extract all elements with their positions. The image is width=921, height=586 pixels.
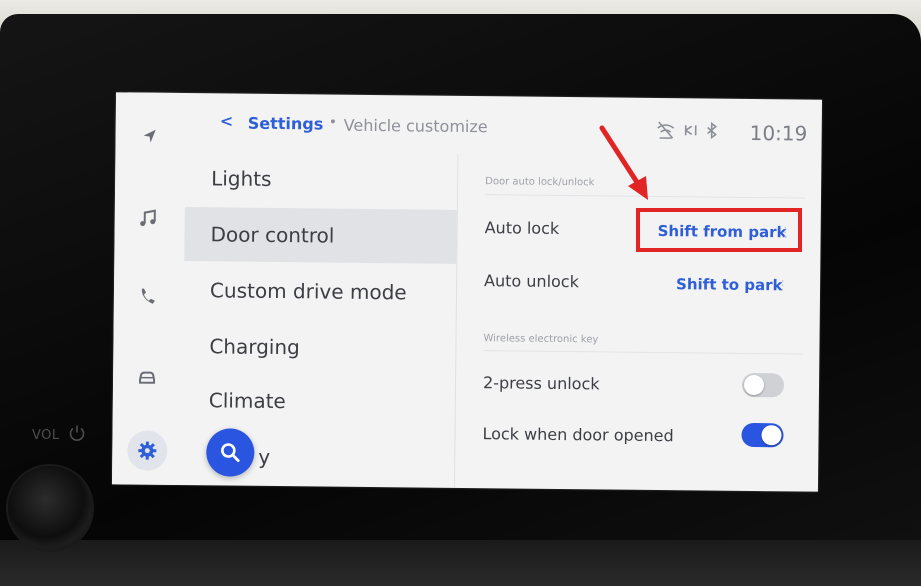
section-divider (483, 350, 804, 355)
phone-icon[interactable] (136, 285, 160, 309)
section-title-wireless-key: Wireless electronic key (483, 333, 599, 346)
auto-lock-label: Auto lock (484, 218, 560, 238)
volume-knob[interactable] (8, 466, 92, 550)
app-rail (111, 92, 187, 486)
wifi-direct-icon (684, 125, 697, 136)
toggle-thumb (743, 374, 765, 396)
menu-item-lights[interactable]: Lights (185, 151, 458, 208)
music-icon[interactable] (137, 207, 161, 231)
search-button[interactable] (206, 428, 255, 477)
car-icon[interactable] (135, 365, 159, 389)
menu-item-label: Lights (211, 166, 272, 191)
auto-unlock-label: Auto unlock (484, 271, 580, 292)
section-title-door-auto-lock: Door auto lock/unlock (485, 176, 595, 189)
menu-item-label: Custom drive mode (209, 278, 407, 305)
menu-item-label: y (258, 444, 271, 469)
menu-item-door-control[interactable]: Door control (184, 207, 457, 264)
power-icon (69, 425, 85, 441)
volume-label: VOL (32, 428, 60, 443)
bluetooth-icon (707, 121, 718, 140)
menu-item-custom-drive-mode[interactable]: Custom drive mode (184, 263, 457, 320)
two-press-unlock-toggle[interactable] (741, 372, 785, 398)
menu-item-label: Charging (209, 334, 300, 360)
settings-menu: Lights Door control Custom drive mode Ch… (184, 151, 457, 469)
breadcrumb-separator: • (328, 114, 338, 131)
menu-item-climate[interactable]: Climate (183, 373, 456, 430)
two-press-unlock-label: 2-press unlock (482, 373, 600, 394)
no-signal-icon (657, 121, 675, 139)
lock-when-door-opened-toggle[interactable] (741, 422, 784, 448)
back-button[interactable]: < (220, 111, 234, 130)
toggle-thumb (761, 425, 782, 446)
status-icons (657, 121, 718, 140)
search-icon (221, 443, 240, 463)
auto-unlock-value[interactable]: Shift to park (676, 275, 783, 294)
annotation-arrow (599, 125, 648, 200)
navigation-icon[interactable] (137, 125, 161, 149)
settings-icon[interactable] (135, 439, 159, 463)
menu-item-charging[interactable]: Charging (183, 319, 456, 376)
menu-item-label: Door control (210, 222, 335, 248)
annotation-highlight-box (636, 208, 802, 252)
infotainment-screen: < Settings • Vehicle customize 10:19 Lig… (111, 92, 823, 492)
clock: 10:19 (749, 120, 808, 146)
auto-unlock-more-icon[interactable]: ⋮ (776, 278, 789, 293)
dashboard-panel (0, 540, 921, 586)
page-title: Vehicle customize (343, 115, 488, 137)
menu-item-label: Climate (208, 388, 286, 414)
lock-when-door-opened-label: Lock when door opened (482, 424, 674, 446)
breadcrumb-settings[interactable]: Settings (248, 114, 324, 134)
